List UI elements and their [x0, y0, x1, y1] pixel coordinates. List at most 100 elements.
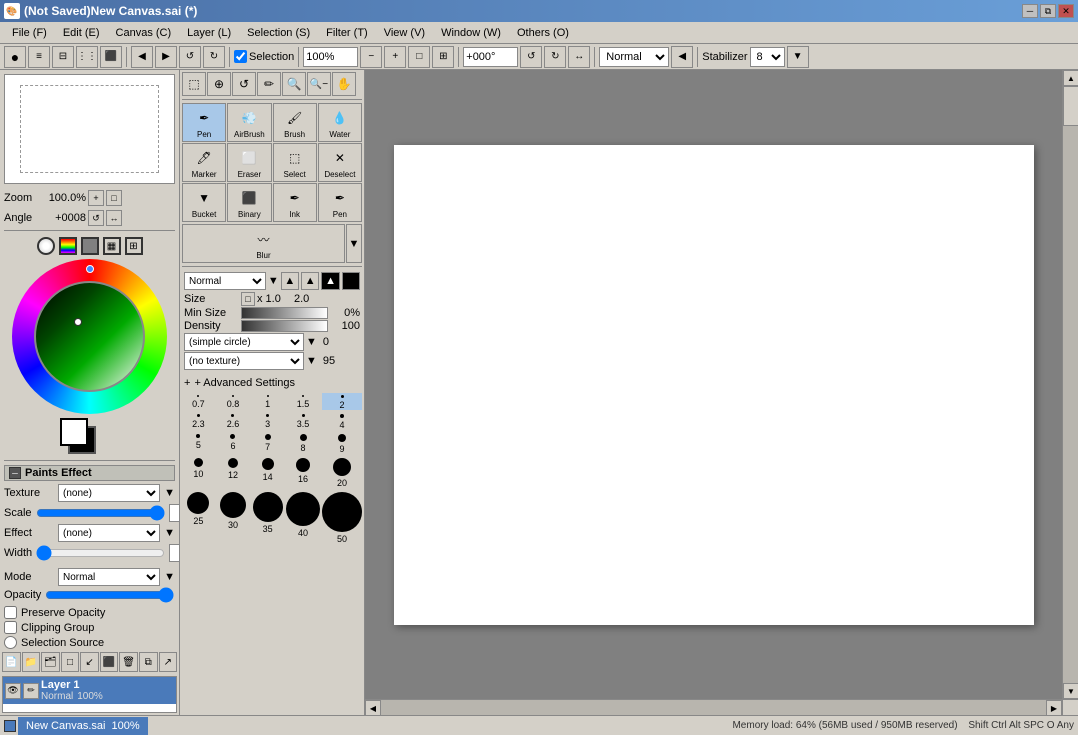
flip-h[interactable]: ↔	[568, 46, 590, 68]
brush-size-35[interactable]: 35	[251, 490, 284, 544]
blend-triangle2[interactable]: ▲	[301, 272, 319, 290]
new-folder-btn[interactable]: 📁	[22, 652, 41, 672]
menu-others[interactable]: Others (O)	[509, 25, 577, 41]
tool-binary[interactable]: ⬛ Binary	[227, 183, 271, 222]
width-slider[interactable]	[36, 546, 165, 560]
layer-lock-btn[interactable]: ✏	[23, 683, 39, 699]
zoom-in[interactable]: 🔍	[282, 72, 306, 96]
mode-left[interactable]: ◀	[671, 46, 693, 68]
brush-size-16[interactable]: 16	[286, 456, 320, 488]
nav-cw[interactable]: ↻	[203, 46, 225, 68]
scale-input[interactable]	[169, 504, 180, 522]
clipping-group-checkbox[interactable]	[4, 621, 17, 634]
density-slider[interactable]	[241, 320, 328, 332]
view-btn-5[interactable]: ⬛	[100, 46, 122, 68]
brush-size-3.5[interactable]: 3.5	[286, 412, 320, 430]
tool-select[interactable]: ⬚ Select	[273, 143, 317, 182]
selection-checkbox[interactable]	[234, 50, 247, 63]
brush-size-10[interactable]: 10	[182, 456, 215, 488]
blend-black[interactable]	[342, 272, 360, 290]
menu-file[interactable]: File (F)	[4, 25, 55, 41]
layer-move-down[interactable]: ↙	[80, 652, 99, 672]
panel-collapse-icon[interactable]: ─	[9, 467, 21, 479]
canvas-tab[interactable]: New Canvas.sai 100%	[18, 717, 148, 735]
brush-size-5[interactable]: 5	[182, 432, 215, 454]
menu-layer[interactable]: Layer (L)	[179, 25, 239, 41]
menu-edit[interactable]: Edit (E)	[55, 25, 108, 41]
brush-size-6[interactable]: 6	[217, 432, 250, 454]
scale-slider[interactable]	[36, 506, 165, 520]
paints-effect-panel-title[interactable]: ─ Paints Effect	[4, 465, 175, 481]
sel-lasso[interactable]: ⊕	[207, 72, 231, 96]
menu-view[interactable]: View (V)	[376, 25, 433, 41]
brush-size-30[interactable]: 30	[217, 490, 250, 544]
brush-tool-scroll-down[interactable]: ▼	[346, 224, 362, 263]
tool-brush[interactable]: 🖌 Brush	[273, 103, 317, 142]
zoom-minus[interactable]: −	[360, 46, 382, 68]
menu-window[interactable]: Window (W)	[433, 25, 509, 41]
new-layer-btn[interactable]: 📄	[2, 652, 21, 672]
rotate-cw[interactable]: ↻	[544, 46, 566, 68]
blend-triangle3[interactable]: ▲	[321, 272, 339, 290]
nav-next[interactable]: ▶	[155, 46, 177, 68]
opacity-slider[interactable]	[45, 588, 174, 602]
brush-size-50[interactable]: 50	[322, 490, 362, 544]
tool-eraser[interactable]: ⬜ Eraser	[227, 143, 271, 182]
view-btn-1[interactable]: ●	[4, 46, 26, 68]
view-btn-3[interactable]: ⊟	[52, 46, 74, 68]
layer-merge[interactable]: ↗	[159, 652, 178, 672]
scroll-thumb-v[interactable]	[1063, 86, 1078, 126]
rotate-ccw[interactable]: ↺	[520, 46, 542, 68]
sel-rect[interactable]: ⬚	[182, 72, 206, 96]
brush-size-0.8[interactable]: 0.8	[217, 393, 250, 410]
color-mode-palette[interactable]: ▦	[103, 237, 121, 255]
color-square[interactable]	[34, 281, 145, 392]
texture-select[interactable]: (none)	[58, 484, 160, 502]
view-btn-2[interactable]: ≡	[28, 46, 50, 68]
restore-button[interactable]: ⧉	[1040, 4, 1056, 18]
minimize-button[interactable]: ─	[1022, 4, 1038, 18]
tool-marker[interactable]: 🖊 Marker	[182, 143, 226, 182]
scroll-right-btn[interactable]: ▶	[1046, 700, 1062, 715]
hand-tool[interactable]: ✋	[332, 72, 356, 96]
brush-size-25[interactable]: 25	[182, 490, 215, 544]
brush-size-14[interactable]: 14	[251, 456, 284, 488]
stabilizer-select[interactable]: 8	[750, 47, 785, 67]
tool-pen2[interactable]: ✒ Pen	[318, 183, 362, 222]
tool-deselect[interactable]: ✕ Deselect	[318, 143, 362, 182]
layer-visibility-btn[interactable]: 👁	[5, 683, 21, 699]
sel-magic[interactable]: ↺	[232, 72, 256, 96]
brush-size-8[interactable]: 8	[286, 432, 320, 454]
color-wheel-container[interactable]	[12, 259, 167, 414]
layer-mask[interactable]: □	[61, 652, 80, 672]
width-max-input[interactable]	[169, 544, 180, 562]
tool-airbrush[interactable]: 💨 AirBrush	[227, 103, 271, 142]
preserve-opacity-checkbox[interactable]	[4, 606, 17, 619]
tool-water[interactable]: 💧 Water	[318, 103, 362, 142]
color-wheel[interactable]	[12, 259, 167, 414]
brush-size-2.6[interactable]: 2.6	[217, 412, 250, 430]
menu-filter[interactable]: Filter (T)	[318, 25, 376, 41]
zoom-fit-btn[interactable]: □	[106, 190, 122, 206]
rotation-input[interactable]	[463, 47, 518, 67]
brush-size-2[interactable]: 2	[322, 393, 362, 410]
color-mode-gradient[interactable]	[59, 237, 77, 255]
tool-pen[interactable]: ✒ Pen	[182, 103, 226, 142]
zoom-plus[interactable]: +	[384, 46, 406, 68]
brush-size-0.7[interactable]: 0.7	[182, 393, 215, 410]
blend-mode-toolbar[interactable]: Normal	[599, 47, 669, 67]
effect-select[interactable]: (none)	[58, 524, 160, 542]
brush-size-40[interactable]: 40	[286, 490, 320, 544]
brush-size-9[interactable]: 9	[322, 432, 362, 454]
scroll-track-h[interactable]	[381, 700, 1046, 715]
size-collapse-btn[interactable]: □	[241, 292, 255, 306]
tool-ink[interactable]: ✒ Ink	[273, 183, 317, 222]
layer-delete[interactable]: 🗑	[119, 652, 138, 672]
min-size-slider[interactable]	[241, 307, 328, 319]
layer-item[interactable]: 👁 ✏ Layer 1 Normal 100%	[3, 677, 176, 704]
sel-pen[interactable]: ✏	[257, 72, 281, 96]
brush-size-20[interactable]: 20	[322, 456, 362, 488]
stab-dropdown[interactable]: ▼	[787, 46, 809, 68]
color-mode-wheel[interactable]	[37, 237, 55, 255]
brush-size-12[interactable]: 12	[217, 456, 250, 488]
